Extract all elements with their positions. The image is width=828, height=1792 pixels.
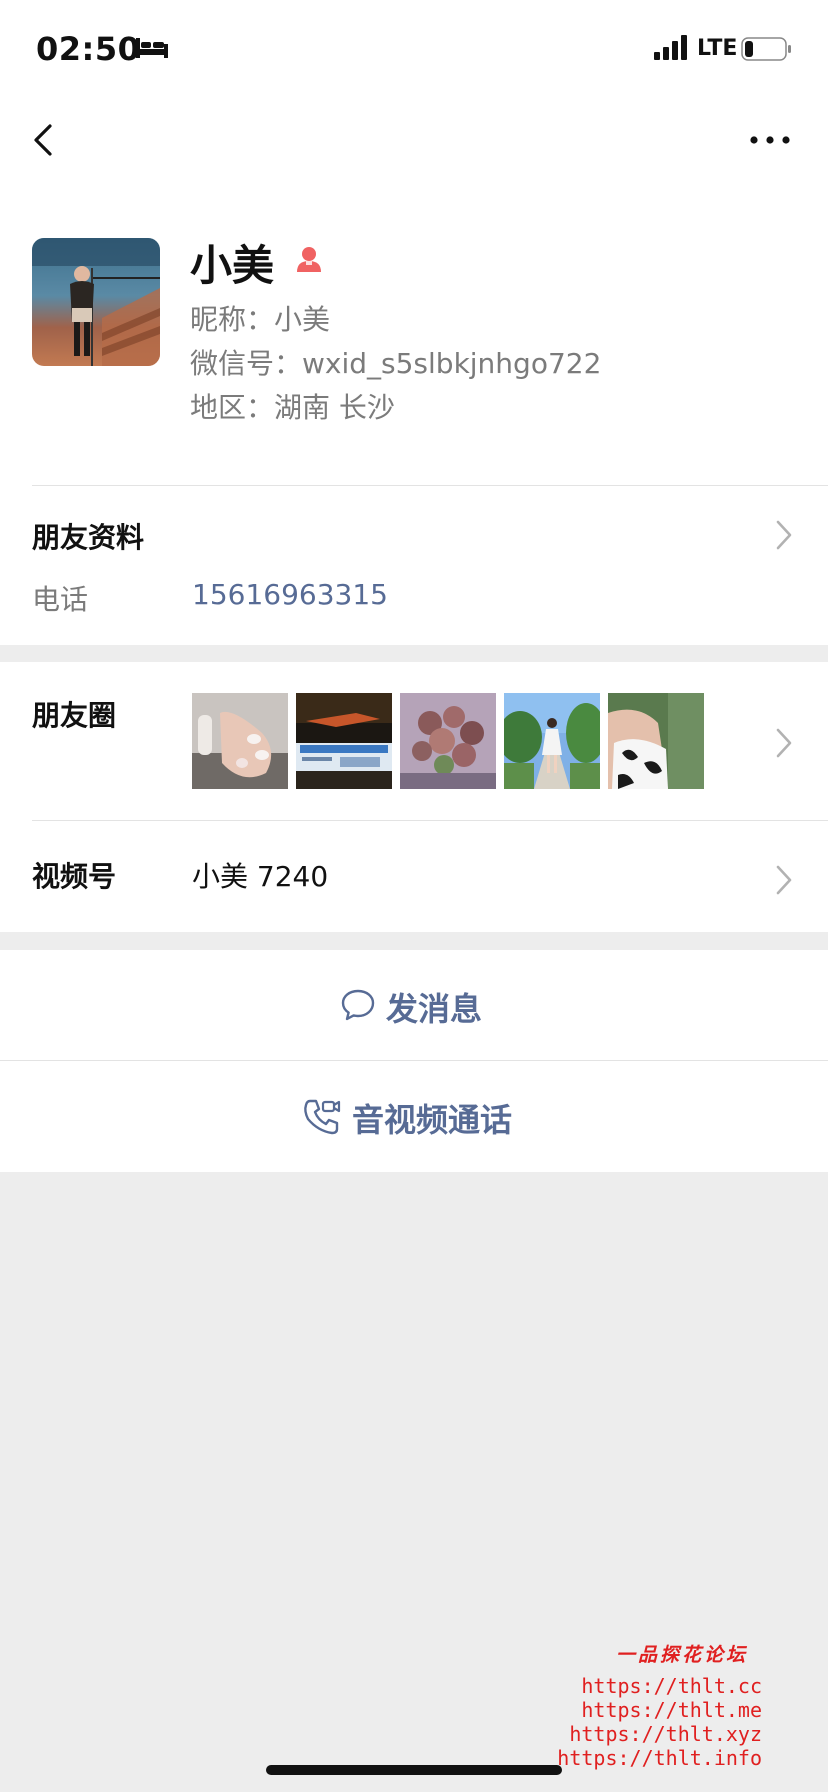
female-icon	[297, 247, 321, 272]
region-line: 地区：湖南 长沙	[190, 391, 395, 424]
watermark-link: https://thlt.info	[557, 1746, 762, 1770]
home-indicator[interactable]	[266, 1765, 562, 1775]
nickname-line: 昵称：小美	[190, 303, 331, 336]
send-message-label: 发消息	[386, 990, 483, 1028]
moment-thumbnail	[296, 693, 392, 789]
phone-video-icon	[304, 1099, 341, 1135]
nav-bar	[0, 100, 828, 180]
moment-thumbnail	[504, 693, 600, 789]
phone-number-link[interactable]: 15616963315	[192, 578, 388, 611]
wechat-id-line: 微信号：wxid_s5slbkjnhgo722	[190, 347, 602, 380]
chevron-left-icon[interactable]	[28, 118, 68, 162]
chat-bubble-icon	[341, 989, 375, 1021]
moment-thumbnail	[608, 693, 704, 789]
status-time: 02:50	[36, 30, 141, 68]
network-label: LTE	[697, 36, 738, 61]
chevron-right-icon	[776, 865, 792, 895]
phone-label: 电话	[32, 583, 89, 616]
audio-video-call-button[interactable]: 音视频通话	[0, 1061, 828, 1172]
audio-video-call-label: 音视频通话	[352, 1101, 513, 1139]
more-horizontal-icon[interactable]	[742, 124, 798, 156]
friend-info-title: 朋友资料	[32, 521, 145, 554]
friend-info-row[interactable]: 朋友资料	[0, 486, 828, 645]
send-message-button[interactable]: 发消息	[0, 950, 828, 1060]
moments-title: 朋友圈	[32, 699, 117, 732]
profile-name: 小美	[190, 241, 275, 290]
status-bar: 02:50 LTE	[0, 0, 828, 100]
watermark-link: https://thlt.xyz	[569, 1722, 762, 1746]
channels-row[interactable]: 视频号	[0, 821, 828, 932]
avatar[interactable]	[32, 238, 160, 366]
watermark-link: https://thlt.me	[581, 1698, 762, 1722]
watermark-link: https://thlt.cc	[581, 1674, 762, 1698]
moment-thumbnail	[400, 693, 496, 789]
channels-value: 小美 7240	[192, 860, 329, 893]
watermark-title: 一品探花论坛	[616, 1644, 749, 1666]
moment-thumbnail	[192, 693, 288, 789]
battery-icon	[741, 37, 791, 61]
chevron-right-icon	[776, 520, 792, 550]
channels-title: 视频号	[32, 860, 117, 893]
signal-icon	[654, 35, 687, 60]
bed-icon	[136, 38, 168, 58]
chevron-right-icon	[776, 728, 792, 758]
